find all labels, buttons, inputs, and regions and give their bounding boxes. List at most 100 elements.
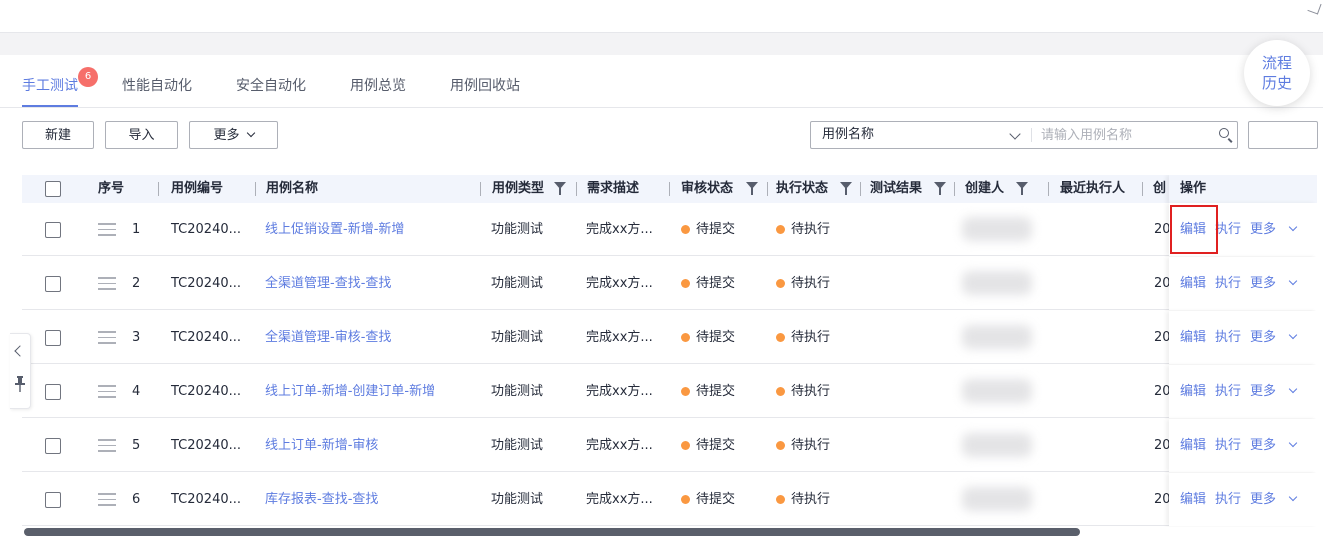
table-row: 4 TC20240... 线上订单-新增-创建订单-新增 功能测试 完成xx方.… <box>22 365 1317 418</box>
row-seq: 5 <box>132 438 141 453</box>
tab-label: 手工测试 <box>22 78 78 94</box>
status-dot-icon <box>776 333 785 342</box>
row-checkbox[interactable] <box>45 384 61 400</box>
table-row: 5 TC20240... 线上订单-新增-审核 功能测试 完成xx方... 待提… <box>22 419 1317 472</box>
row-seq: 2 <box>132 276 141 291</box>
more-button-label: 更多 <box>213 128 240 143</box>
execute-link[interactable]: 执行 <box>1215 384 1241 399</box>
tab-manual-test[interactable]: 手工测试 6 <box>22 67 98 107</box>
chevron-icon <box>1307 0 1322 15</box>
drag-handle-icon[interactable] <box>98 331 116 344</box>
row-seq: 4 <box>132 384 141 399</box>
row-review-status: 待提交 <box>681 311 735 364</box>
test-case-table: 序号 用例编号 用例名称 用例类型 需求描述 审核状态 执行状态 测试结果 创建… <box>22 175 1317 527</box>
row-actions: 编辑 执行 更多 <box>1169 419 1317 472</box>
more-actions-link[interactable]: 更多 <box>1250 384 1305 399</box>
row-review-status: 待提交 <box>681 473 735 526</box>
row-exec-status: 待执行 <box>776 419 830 472</box>
filter-icon[interactable] <box>840 182 852 195</box>
edit-link[interactable]: 编辑 <box>1180 492 1206 507</box>
status-dot-icon <box>681 225 690 234</box>
more-actions-link[interactable]: 更多 <box>1250 438 1305 453</box>
creator-redacted <box>962 433 1032 457</box>
row-case-name-link[interactable]: 线上订单-新增-审核 <box>265 419 378 472</box>
drag-handle-icon[interactable] <box>98 439 116 452</box>
row-case-name-link[interactable]: 库存报表-查找-查找 <box>265 473 378 526</box>
filter-icon[interactable] <box>554 182 566 195</box>
column-header-case-type: 用例类型 <box>492 175 584 203</box>
extra-toolbar-button[interactable] <box>1248 121 1318 149</box>
row-case-id: TC20240... <box>171 222 242 237</box>
drag-handle-icon[interactable] <box>98 493 116 506</box>
tabs-divider <box>0 107 1323 108</box>
row-checkbox[interactable] <box>45 492 61 508</box>
drag-handle-icon[interactable] <box>98 223 116 236</box>
status-dot-icon <box>681 333 690 342</box>
tab-security-automation[interactable]: 安全自动化 <box>236 75 306 107</box>
row-case-name-link[interactable]: 全渠道管理-查找-查找 <box>265 257 391 310</box>
column-header-test-result: 测试结果 <box>870 175 962 203</box>
tab-case-overview[interactable]: 用例总览 <box>350 75 406 107</box>
search-field-value: 用例名称 <box>822 127 875 142</box>
header-separator-band <box>0 33 1323 55</box>
chevron-down-icon <box>1288 330 1298 340</box>
pin-icon[interactable] <box>15 376 25 392</box>
execute-link[interactable]: 执行 <box>1215 438 1241 453</box>
execute-link[interactable]: 执行 <box>1215 330 1241 345</box>
execute-link[interactable]: 执行 <box>1215 276 1241 291</box>
row-case-name-link[interactable]: 线上促销设置-新增-新增 <box>265 203 404 256</box>
side-collapse-handle[interactable] <box>10 333 31 409</box>
drag-handle-icon[interactable] <box>98 385 116 398</box>
import-button[interactable]: 导入 <box>105 121 178 149</box>
chevron-down-icon <box>1009 128 1021 140</box>
tab-label: 用例总览 <box>350 78 406 94</box>
more-actions-link[interactable]: 更多 <box>1250 330 1305 345</box>
edit-link[interactable]: 编辑 <box>1180 330 1206 345</box>
search-field-select[interactable]: 用例名称 <box>811 122 1031 148</box>
row-case-name-link[interactable]: 线上订单-新增-创建订单-新增 <box>265 365 435 418</box>
chevron-down-icon <box>1288 384 1298 394</box>
row-requirement: 完成xx方... <box>586 492 653 507</box>
row-checkbox[interactable] <box>45 276 61 292</box>
more-actions-link[interactable]: 更多 <box>1250 492 1305 507</box>
row-checkbox[interactable] <box>45 330 61 346</box>
process-history-line1: 流程 <box>1261 54 1292 72</box>
tab-case-recycle-bin[interactable]: 用例回收站 <box>450 75 520 107</box>
chevron-left-icon[interactable] <box>14 345 26 357</box>
tab-performance-automation[interactable]: 性能自动化 <box>122 75 192 107</box>
row-case-type: 功能测试 <box>491 222 544 237</box>
row-actions: 编辑 执行 更多 <box>1169 365 1317 418</box>
column-header-seq: 序号 <box>98 175 159 203</box>
row-case-id: TC20240... <box>171 384 242 399</box>
row-case-name-link[interactable]: 全渠道管理-审核-查找 <box>265 311 391 364</box>
edit-link[interactable]: 编辑 <box>1180 276 1206 291</box>
horizontal-scrollbar-thumb[interactable] <box>24 528 1080 536</box>
new-button[interactable]: 新建 <box>22 121 94 149</box>
filter-icon[interactable] <box>934 182 946 195</box>
row-seq: 3 <box>132 330 141 345</box>
execute-link[interactable]: 执行 <box>1215 492 1241 507</box>
more-actions-link[interactable]: 更多 <box>1250 276 1305 291</box>
row-checkbox[interactable] <box>45 438 61 454</box>
table-row: 6 TC20240... 库存报表-查找-查找 功能测试 完成xx方... 待提… <box>22 473 1317 526</box>
row-requirement: 完成xx方... <box>586 222 653 237</box>
column-header-requirement: 需求描述 <box>587 175 670 203</box>
more-actions-link[interactable]: 更多 <box>1250 222 1305 237</box>
execute-link[interactable]: 执行 <box>1215 222 1241 237</box>
column-header-creator: 创建人 <box>965 175 1057 203</box>
row-review-status: 待提交 <box>681 365 735 418</box>
select-all-checkbox[interactable] <box>45 181 61 197</box>
edit-link[interactable]: 编辑 <box>1180 384 1206 399</box>
row-case-id: TC20240... <box>171 330 242 345</box>
row-case-id: TC20240... <box>171 492 242 507</box>
filter-icon[interactable] <box>746 182 758 195</box>
process-history-button[interactable]: 流程 历史 <box>1244 40 1310 106</box>
more-button[interactable]: 更多 <box>189 121 278 149</box>
drag-handle-icon[interactable] <box>98 277 116 290</box>
row-review-status: 待提交 <box>681 203 735 256</box>
search-icon[interactable] <box>1219 128 1229 138</box>
row-checkbox[interactable] <box>45 222 61 238</box>
edit-link[interactable]: 编辑 <box>1180 438 1206 453</box>
filter-icon[interactable] <box>1016 182 1028 195</box>
search-input[interactable] <box>1041 122 1211 148</box>
